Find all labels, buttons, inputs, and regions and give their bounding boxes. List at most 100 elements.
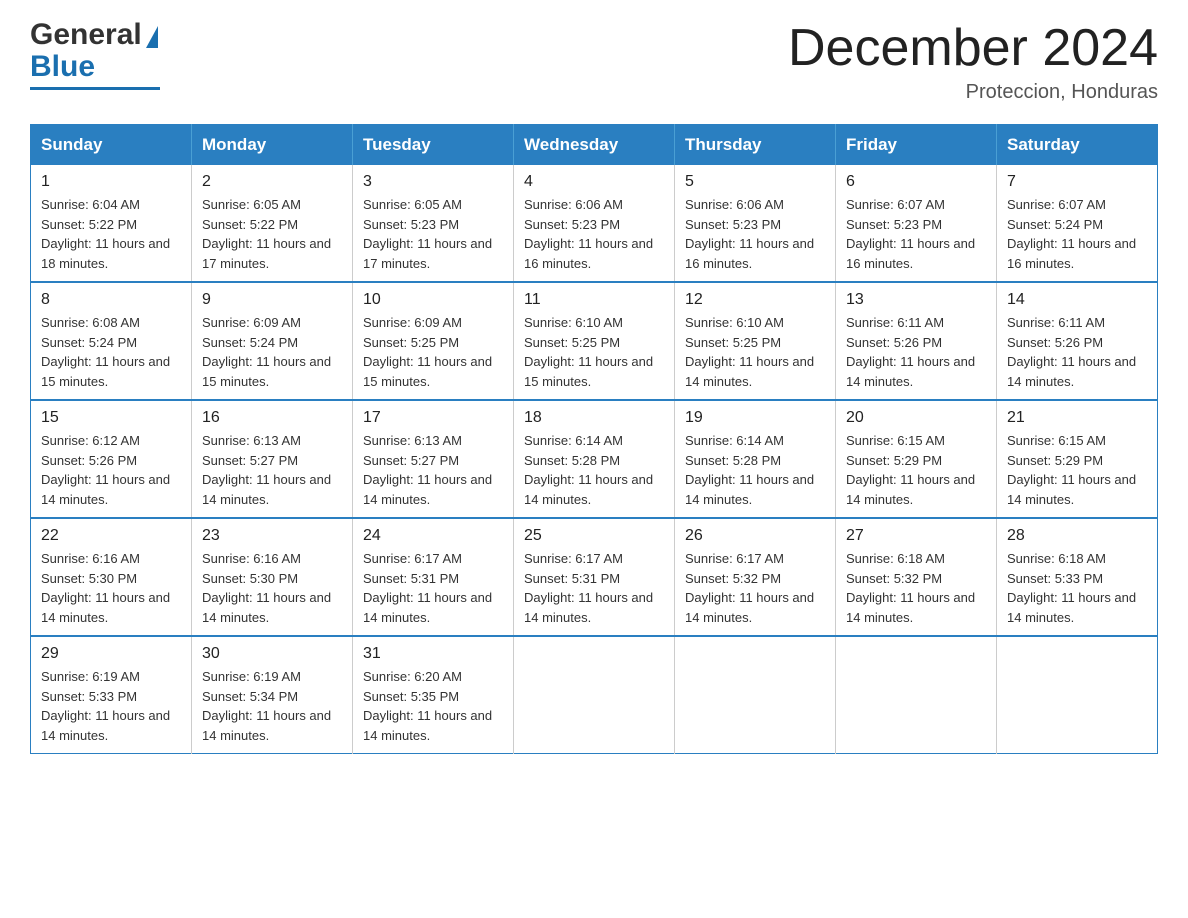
calendar-day-cell: 8 Sunrise: 6:08 AMSunset: 5:24 PMDayligh… bbox=[31, 282, 192, 400]
day-number: 31 bbox=[363, 645, 503, 663]
day-info: Sunrise: 6:13 AMSunset: 5:27 PMDaylight:… bbox=[202, 431, 342, 509]
calendar-day-cell: 5 Sunrise: 6:06 AMSunset: 5:23 PMDayligh… bbox=[675, 165, 836, 282]
calendar-day-cell: 23 Sunrise: 6:16 AMSunset: 5:30 PMDaylig… bbox=[192, 518, 353, 636]
day-number: 2 bbox=[202, 173, 342, 191]
logo-blue-text: Blue bbox=[30, 50, 95, 84]
calendar-day-cell: 21 Sunrise: 6:15 AMSunset: 5:29 PMDaylig… bbox=[997, 400, 1158, 518]
day-number: 28 bbox=[1007, 527, 1147, 545]
day-number: 9 bbox=[202, 291, 342, 309]
day-number: 12 bbox=[685, 291, 825, 309]
day-number: 19 bbox=[685, 409, 825, 427]
day-info: Sunrise: 6:18 AMSunset: 5:32 PMDaylight:… bbox=[846, 549, 986, 627]
calendar-day-cell bbox=[997, 636, 1158, 754]
weekday-header-row: SundayMondayTuesdayWednesdayThursdayFrid… bbox=[31, 125, 1158, 166]
title-block: December 2024 Proteccion, Honduras bbox=[788, 20, 1158, 104]
day-info: Sunrise: 6:09 AMSunset: 5:25 PMDaylight:… bbox=[363, 313, 503, 391]
day-number: 13 bbox=[846, 291, 986, 309]
day-number: 14 bbox=[1007, 291, 1147, 309]
calendar-day-cell: 27 Sunrise: 6:18 AMSunset: 5:32 PMDaylig… bbox=[836, 518, 997, 636]
calendar-day-cell: 25 Sunrise: 6:17 AMSunset: 5:31 PMDaylig… bbox=[514, 518, 675, 636]
calendar-week-row: 22 Sunrise: 6:16 AMSunset: 5:30 PMDaylig… bbox=[31, 518, 1158, 636]
day-number: 10 bbox=[363, 291, 503, 309]
day-info: Sunrise: 6:14 AMSunset: 5:28 PMDaylight:… bbox=[685, 431, 825, 509]
day-number: 8 bbox=[41, 291, 181, 309]
day-info: Sunrise: 6:06 AMSunset: 5:23 PMDaylight:… bbox=[685, 195, 825, 273]
calendar-day-cell: 29 Sunrise: 6:19 AMSunset: 5:33 PMDaylig… bbox=[31, 636, 192, 754]
calendar-week-row: 29 Sunrise: 6:19 AMSunset: 5:33 PMDaylig… bbox=[31, 636, 1158, 754]
calendar-day-cell: 12 Sunrise: 6:10 AMSunset: 5:25 PMDaylig… bbox=[675, 282, 836, 400]
day-info: Sunrise: 6:11 AMSunset: 5:26 PMDaylight:… bbox=[846, 313, 986, 391]
day-number: 16 bbox=[202, 409, 342, 427]
day-number: 30 bbox=[202, 645, 342, 663]
day-number: 18 bbox=[524, 409, 664, 427]
logo-underline bbox=[30, 87, 160, 90]
day-number: 11 bbox=[524, 291, 664, 309]
calendar-day-cell: 26 Sunrise: 6:17 AMSunset: 5:32 PMDaylig… bbox=[675, 518, 836, 636]
day-info: Sunrise: 6:06 AMSunset: 5:23 PMDaylight:… bbox=[524, 195, 664, 273]
calendar-day-cell: 17 Sunrise: 6:13 AMSunset: 5:27 PMDaylig… bbox=[353, 400, 514, 518]
calendar-day-cell: 19 Sunrise: 6:14 AMSunset: 5:28 PMDaylig… bbox=[675, 400, 836, 518]
day-number: 6 bbox=[846, 173, 986, 191]
day-info: Sunrise: 6:10 AMSunset: 5:25 PMDaylight:… bbox=[524, 313, 664, 391]
weekday-header-friday: Friday bbox=[836, 125, 997, 166]
weekday-header-wednesday: Wednesday bbox=[514, 125, 675, 166]
day-info: Sunrise: 6:20 AMSunset: 5:35 PMDaylight:… bbox=[363, 667, 503, 745]
day-info: Sunrise: 6:15 AMSunset: 5:29 PMDaylight:… bbox=[846, 431, 986, 509]
calendar-day-cell: 4 Sunrise: 6:06 AMSunset: 5:23 PMDayligh… bbox=[514, 165, 675, 282]
day-info: Sunrise: 6:11 AMSunset: 5:26 PMDaylight:… bbox=[1007, 313, 1147, 391]
day-info: Sunrise: 6:16 AMSunset: 5:30 PMDaylight:… bbox=[41, 549, 181, 627]
day-number: 22 bbox=[41, 527, 181, 545]
page-header: General Blue December 2024 Proteccion, H… bbox=[30, 20, 1158, 104]
day-info: Sunrise: 6:17 AMSunset: 5:31 PMDaylight:… bbox=[363, 549, 503, 627]
logo-triangle-icon bbox=[146, 26, 158, 48]
calendar-week-row: 15 Sunrise: 6:12 AMSunset: 5:26 PMDaylig… bbox=[31, 400, 1158, 518]
calendar-day-cell: 13 Sunrise: 6:11 AMSunset: 5:26 PMDaylig… bbox=[836, 282, 997, 400]
calendar-day-cell: 1 Sunrise: 6:04 AMSunset: 5:22 PMDayligh… bbox=[31, 165, 192, 282]
day-number: 27 bbox=[846, 527, 986, 545]
day-info: Sunrise: 6:15 AMSunset: 5:29 PMDaylight:… bbox=[1007, 431, 1147, 509]
day-info: Sunrise: 6:09 AMSunset: 5:24 PMDaylight:… bbox=[202, 313, 342, 391]
calendar-day-cell: 11 Sunrise: 6:10 AMSunset: 5:25 PMDaylig… bbox=[514, 282, 675, 400]
day-info: Sunrise: 6:19 AMSunset: 5:34 PMDaylight:… bbox=[202, 667, 342, 745]
day-number: 23 bbox=[202, 527, 342, 545]
day-info: Sunrise: 6:13 AMSunset: 5:27 PMDaylight:… bbox=[363, 431, 503, 509]
calendar-week-row: 1 Sunrise: 6:04 AMSunset: 5:22 PMDayligh… bbox=[31, 165, 1158, 282]
weekday-header-tuesday: Tuesday bbox=[353, 125, 514, 166]
day-number: 20 bbox=[846, 409, 986, 427]
calendar-day-cell bbox=[514, 636, 675, 754]
calendar-day-cell: 30 Sunrise: 6:19 AMSunset: 5:34 PMDaylig… bbox=[192, 636, 353, 754]
calendar-week-row: 8 Sunrise: 6:08 AMSunset: 5:24 PMDayligh… bbox=[31, 282, 1158, 400]
calendar-day-cell: 10 Sunrise: 6:09 AMSunset: 5:25 PMDaylig… bbox=[353, 282, 514, 400]
calendar-day-cell bbox=[836, 636, 997, 754]
location-subtitle: Proteccion, Honduras bbox=[788, 81, 1158, 104]
day-info: Sunrise: 6:05 AMSunset: 5:22 PMDaylight:… bbox=[202, 195, 342, 273]
calendar-day-cell: 14 Sunrise: 6:11 AMSunset: 5:26 PMDaylig… bbox=[997, 282, 1158, 400]
day-number: 29 bbox=[41, 645, 181, 663]
weekday-header-sunday: Sunday bbox=[31, 125, 192, 166]
calendar-day-cell: 20 Sunrise: 6:15 AMSunset: 5:29 PMDaylig… bbox=[836, 400, 997, 518]
day-number: 15 bbox=[41, 409, 181, 427]
calendar-day-cell: 16 Sunrise: 6:13 AMSunset: 5:27 PMDaylig… bbox=[192, 400, 353, 518]
day-number: 24 bbox=[363, 527, 503, 545]
day-info: Sunrise: 6:07 AMSunset: 5:23 PMDaylight:… bbox=[846, 195, 986, 273]
day-number: 7 bbox=[1007, 173, 1147, 191]
calendar-day-cell: 22 Sunrise: 6:16 AMSunset: 5:30 PMDaylig… bbox=[31, 518, 192, 636]
calendar-day-cell bbox=[675, 636, 836, 754]
logo-general-text: General bbox=[30, 20, 142, 50]
calendar-day-cell: 3 Sunrise: 6:05 AMSunset: 5:23 PMDayligh… bbox=[353, 165, 514, 282]
day-info: Sunrise: 6:10 AMSunset: 5:25 PMDaylight:… bbox=[685, 313, 825, 391]
day-info: Sunrise: 6:14 AMSunset: 5:28 PMDaylight:… bbox=[524, 431, 664, 509]
calendar-day-cell: 15 Sunrise: 6:12 AMSunset: 5:26 PMDaylig… bbox=[31, 400, 192, 518]
day-number: 26 bbox=[685, 527, 825, 545]
calendar-day-cell: 2 Sunrise: 6:05 AMSunset: 5:22 PMDayligh… bbox=[192, 165, 353, 282]
day-number: 4 bbox=[524, 173, 664, 191]
weekday-header-saturday: Saturday bbox=[997, 125, 1158, 166]
logo: General Blue bbox=[30, 20, 160, 90]
day-number: 25 bbox=[524, 527, 664, 545]
day-info: Sunrise: 6:05 AMSunset: 5:23 PMDaylight:… bbox=[363, 195, 503, 273]
day-info: Sunrise: 6:18 AMSunset: 5:33 PMDaylight:… bbox=[1007, 549, 1147, 627]
day-info: Sunrise: 6:17 AMSunset: 5:32 PMDaylight:… bbox=[685, 549, 825, 627]
calendar-day-cell: 6 Sunrise: 6:07 AMSunset: 5:23 PMDayligh… bbox=[836, 165, 997, 282]
day-info: Sunrise: 6:04 AMSunset: 5:22 PMDaylight:… bbox=[41, 195, 181, 273]
day-info: Sunrise: 6:19 AMSunset: 5:33 PMDaylight:… bbox=[41, 667, 181, 745]
